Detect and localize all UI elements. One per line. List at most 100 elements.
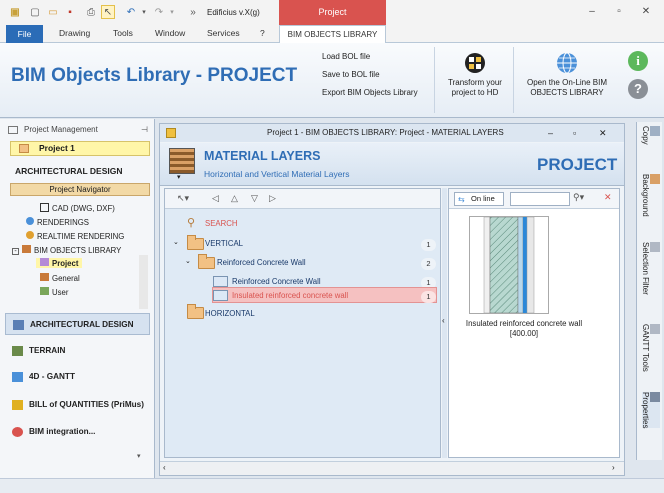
app-logo-icon[interactable]: ▣ bbox=[8, 5, 22, 19]
tree-item-general[interactable]: General bbox=[40, 273, 80, 283]
help-icon[interactable]: ? bbox=[628, 79, 648, 99]
panel-splitter[interactable]: ‹ bbox=[442, 188, 447, 458]
up-icon[interactable]: △ bbox=[231, 193, 238, 204]
document-icon bbox=[166, 128, 176, 138]
dock-tab-copy[interactable]: Copy bbox=[641, 126, 660, 145]
vertical-folder-icon bbox=[187, 235, 204, 250]
tab-services[interactable]: Services bbox=[207, 28, 240, 38]
project-folder-icon bbox=[19, 144, 29, 153]
tab-help[interactable]: ? bbox=[260, 28, 265, 38]
tree-item-bim-library[interactable]: - BIM OBJECTS LIBRARY bbox=[12, 245, 121, 255]
tree-item-renderings[interactable]: RENDERINGS bbox=[26, 217, 89, 227]
gantt-icon bbox=[12, 372, 23, 382]
dock-tab-properties[interactable]: Properties bbox=[641, 392, 660, 429]
expand-vertical-icon[interactable]: ⌄ bbox=[173, 238, 179, 246]
tree-item-cad[interactable]: CAD (DWG, DXF) bbox=[40, 203, 115, 213]
restore-icon[interactable]: ▫ bbox=[611, 4, 627, 20]
nav-4d-gantt[interactable]: 4D - GANTT bbox=[5, 366, 150, 388]
save-bol-button[interactable]: Save to BOL file bbox=[322, 70, 380, 79]
tab-tools[interactable]: Tools bbox=[113, 28, 133, 38]
load-bol-button[interactable]: Load BOL file bbox=[322, 52, 370, 61]
undo-dropdown-icon[interactable]: ▾ bbox=[137, 5, 151, 19]
nav-expand-icon[interactable]: ▾ bbox=[137, 452, 141, 460]
pin-icon[interactable]: ⊣ bbox=[141, 123, 148, 137]
expand-rcw-icon[interactable]: ⌄ bbox=[185, 257, 191, 265]
open-online-library-button[interactable]: Open the On-Line BIM OBJECTS LIBRARY bbox=[518, 51, 616, 98]
tree-rcw-item[interactable]: Reinforced Concrete Wall bbox=[232, 277, 321, 286]
preview-search-input[interactable] bbox=[510, 192, 570, 206]
redo-dropdown-icon[interactable]: ▾ bbox=[165, 5, 179, 19]
doc-close-icon[interactable]: ✕ bbox=[599, 124, 607, 142]
scroll-left-icon[interactable]: ‹ bbox=[163, 463, 166, 472]
preview-caption: Insulated reinforced concrete wall [400.… bbox=[449, 319, 599, 339]
first-icon[interactable]: ◁ bbox=[212, 193, 219, 204]
nav-architectural-design[interactable]: ARCHITECTURAL DESIGN bbox=[5, 313, 150, 335]
horizontal-folder-icon bbox=[187, 304, 204, 319]
down-icon[interactable]: ▽ bbox=[251, 193, 258, 204]
rcw-folder-count: 2 bbox=[421, 258, 436, 270]
collapse-left-icon[interactable]: ‹ bbox=[442, 316, 445, 325]
last-icon[interactable]: ▷ bbox=[269, 193, 276, 204]
banner-dropdown-icon[interactable]: ▾ bbox=[177, 173, 181, 181]
info-icon[interactable]: i bbox=[628, 51, 648, 71]
preview-search-icon[interactable]: ⚲▾ bbox=[573, 192, 584, 203]
gantt-tools-icon bbox=[650, 324, 660, 334]
tree-search[interactable]: SEARCH bbox=[205, 219, 238, 228]
renderings-icon bbox=[26, 217, 34, 225]
tab-drawing[interactable]: Drawing bbox=[59, 28, 90, 38]
online-button[interactable]: ⇆ On line bbox=[454, 192, 504, 206]
toolbar-overflow-icon[interactable]: » bbox=[186, 5, 200, 19]
material-preview-swatch bbox=[469, 216, 549, 314]
tree-item-user[interactable]: User bbox=[40, 287, 68, 297]
tree-vertical[interactable]: VERTICAL bbox=[205, 239, 243, 248]
redo-icon[interactable]: ↷ bbox=[152, 5, 166, 19]
tree-irc-item[interactable]: Insulated reinforced concrete wall bbox=[232, 291, 348, 300]
tree-item-realtime-label: REALTIME RENDERING bbox=[37, 232, 125, 241]
horizontal-scrollbar[interactable]: ‹ › bbox=[160, 461, 624, 475]
doc-minimize-icon[interactable]: – bbox=[548, 124, 553, 142]
collapse-icon[interactable]: - bbox=[12, 248, 19, 255]
nav-bill-of-quantities[interactable]: BILL of QUANTITIES (PriMus) bbox=[5, 394, 150, 416]
banner-project-label: PROJECT bbox=[537, 155, 618, 174]
navigator-scrollbar[interactable] bbox=[139, 255, 148, 309]
rcw-material-icon bbox=[213, 276, 228, 287]
close-icon[interactable]: ✕ bbox=[638, 4, 654, 20]
select-cursor-icon[interactable]: ↖ bbox=[101, 5, 115, 19]
architecture-icon bbox=[13, 320, 24, 330]
nav-terrain[interactable]: TERRAIN bbox=[5, 340, 150, 362]
new-file-icon[interactable]: ▢ bbox=[28, 5, 42, 19]
scroll-right-icon[interactable]: › bbox=[612, 463, 615, 472]
clear-search-icon[interactable]: ✕ bbox=[604, 192, 612, 203]
tree-horizontal[interactable]: HORIZONTAL bbox=[205, 309, 255, 318]
dock-tab-selection-filter[interactable]: Selection Filter bbox=[641, 242, 660, 295]
project-name: Project 1 bbox=[39, 143, 75, 153]
tab-file[interactable]: File bbox=[6, 25, 43, 43]
dock-tab-background[interactable]: Background bbox=[641, 174, 660, 217]
tree-rcw-folder[interactable]: Reinforced Concrete Wall bbox=[217, 258, 306, 267]
dock-tab-background-label: Background bbox=[641, 174, 650, 217]
save-icon[interactable]: ▪ bbox=[63, 5, 77, 19]
irc-material-icon bbox=[213, 290, 228, 301]
dock-tab-gantt-tools[interactable]: GANTT Tools bbox=[641, 324, 660, 372]
tab-window[interactable]: Window bbox=[155, 28, 185, 38]
print-icon[interactable]: ⎙ bbox=[84, 5, 98, 19]
doc-restore-icon[interactable]: ▫ bbox=[573, 124, 576, 142]
nav-bim-integration[interactable]: BIM integration... bbox=[5, 421, 150, 443]
minimize-icon[interactable]: – bbox=[584, 4, 600, 20]
background-icon bbox=[650, 174, 660, 184]
pointer-tool-icon[interactable]: ↖▾ bbox=[177, 193, 189, 204]
export-library-button[interactable]: Export BIM Objects Library bbox=[322, 88, 418, 97]
realtime-icon bbox=[26, 231, 34, 239]
open-folder-icon[interactable]: ▭ bbox=[46, 5, 60, 19]
transform-hd-button[interactable]: Transform your project to HD bbox=[440, 51, 510, 98]
open-label-1: Open the On-Line BIM bbox=[526, 78, 608, 87]
tree-item-project[interactable]: Project bbox=[36, 258, 83, 268]
tab-bim-objects-library[interactable]: BIM OBJECTS LIBRARY bbox=[279, 25, 386, 44]
tree-item-realtime[interactable]: REALTIME RENDERING bbox=[26, 231, 124, 241]
search-icon[interactable]: ⚲ bbox=[187, 216, 195, 229]
project-selector[interactable]: Project 1 bbox=[10, 141, 150, 156]
project-navigator-header[interactable]: Project Navigator bbox=[10, 183, 150, 196]
open-label-2: OBJECTS LIBRARY bbox=[530, 88, 604, 97]
undo-icon[interactable]: ↶ bbox=[124, 5, 138, 19]
library-icon bbox=[22, 245, 31, 253]
